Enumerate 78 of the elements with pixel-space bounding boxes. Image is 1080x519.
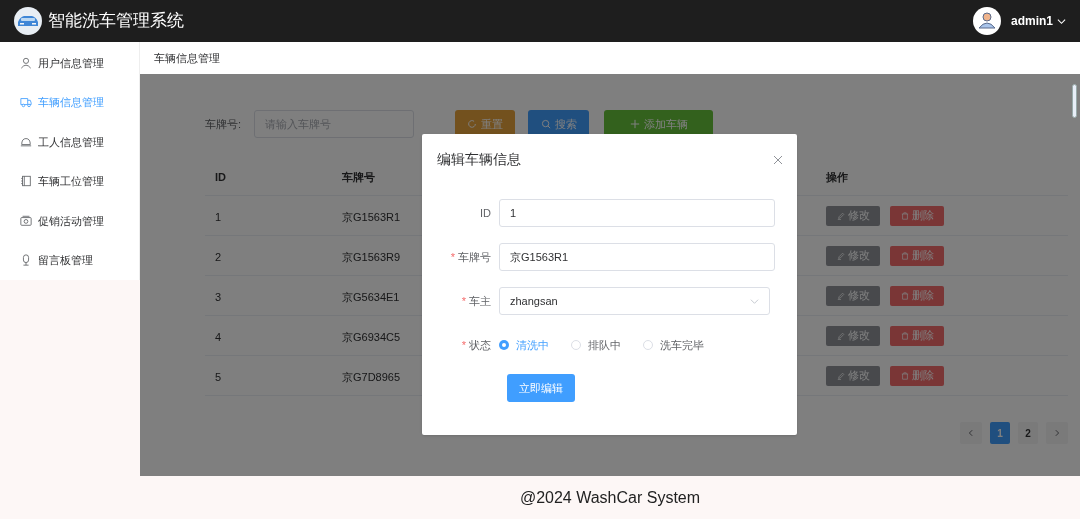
radio-option[interactable]: 清洗中 (499, 336, 549, 354)
truck-icon (20, 96, 32, 109)
radio-option[interactable]: 洗车完毕 (643, 336, 704, 354)
column-header: ID (214, 170, 227, 186)
dialog-title: 编辑车辆信息 (437, 150, 521, 169)
breadcrumb: 车辆信息管理 (154, 50, 220, 66)
table-cell: 京G1563R9 (342, 250, 401, 263)
table-cell: 1 (215, 210, 222, 223)
table-cell: 京G7D8965 (342, 370, 401, 383)
table-cell: 京G5634E1 (342, 290, 400, 303)
sidebar-item[interactable]: 用户信息管理 (0, 43, 139, 83)
field-label: 车主 (469, 293, 491, 309)
next-page-button[interactable] (1046, 422, 1068, 444)
trash-icon (900, 291, 909, 300)
chevron-left-icon (967, 429, 975, 437)
delete-button[interactable]: 删除 (890, 365, 944, 386)
radio-button[interactable] (643, 340, 653, 350)
delete-button[interactable]: 删除 (890, 205, 944, 226)
submit-button[interactable]: 立即编辑 (507, 374, 575, 402)
microphone-icon (20, 254, 32, 267)
pencil-icon (836, 211, 845, 220)
table-cell: 3 (215, 290, 222, 303)
app-title: 智能洗车管理系统 (48, 10, 184, 33)
search-label: 车牌号: (205, 116, 243, 132)
delete-button[interactable]: 删除 (890, 325, 944, 346)
footer-text: @2024 WashCar System (519, 487, 701, 508)
table-cell: 2 (215, 250, 222, 263)
radio-option[interactable]: 排队中 (571, 336, 621, 354)
sidebar-item[interactable]: 车辆工位管理 (0, 161, 139, 201)
pencil-icon (836, 331, 845, 340)
notebook-icon (20, 175, 32, 188)
scrollbar-thumb[interactable] (1072, 84, 1077, 118)
required-mark: * (450, 249, 455, 265)
radio-button[interactable] (499, 340, 509, 350)
plus-icon (629, 119, 640, 129)
search-icon (540, 119, 551, 129)
sidebar-item[interactable]: 工人信息管理 (0, 122, 139, 162)
close-button[interactable] (773, 154, 783, 165)
radio-button[interactable] (571, 340, 581, 350)
chevron-down-icon (1057, 16, 1066, 26)
logo-icon (14, 7, 42, 35)
input-field[interactable]: 京G1563R1 (499, 243, 775, 271)
table-cell: 5 (215, 370, 222, 383)
trash-icon (900, 251, 909, 260)
field-label: ID (480, 205, 491, 221)
helmet-icon (20, 135, 32, 148)
input-field[interactable]: 1 (499, 199, 775, 227)
sidebar-item[interactable]: 车辆信息管理 (0, 82, 139, 122)
column-header: 操作 (825, 170, 849, 186)
refresh-icon (467, 119, 477, 129)
avatar-icon (973, 7, 1001, 35)
pencil-icon (836, 371, 845, 380)
user-icon (20, 56, 32, 69)
chevron-right-icon (1053, 429, 1061, 437)
page-button[interactable]: 2 (1018, 422, 1038, 444)
table-cell: 4 (215, 330, 222, 343)
pencil-icon (836, 251, 845, 260)
field-label: 车牌号 (458, 249, 491, 265)
delete-button[interactable]: 删除 (890, 285, 944, 306)
column-header: 车牌号 (341, 170, 376, 186)
trash-icon (900, 371, 909, 380)
close-icon (773, 154, 783, 165)
chevron-down-icon (750, 296, 759, 306)
page-button[interactable]: 1 (990, 422, 1010, 444)
table-cell: 京G6934C5 (342, 330, 401, 343)
trash-icon (900, 331, 909, 340)
user-menu[interactable]: admin1 (1011, 12, 1066, 30)
previous-page-button[interactable] (960, 422, 982, 444)
trash-icon (900, 211, 909, 220)
required-mark: * (461, 293, 466, 309)
delete-button[interactable]: 删除 (890, 245, 944, 266)
table-cell: 京G1563R1 (342, 210, 401, 223)
sidebar-item[interactable]: 促销活动管理 (0, 201, 139, 241)
pencil-icon (836, 291, 845, 300)
owner-select[interactable]: zhangsan (499, 287, 770, 315)
field-label: 状态 (469, 337, 491, 353)
sidebar-item[interactable]: 留言板管理 (0, 240, 139, 280)
required-mark: * (461, 337, 466, 353)
